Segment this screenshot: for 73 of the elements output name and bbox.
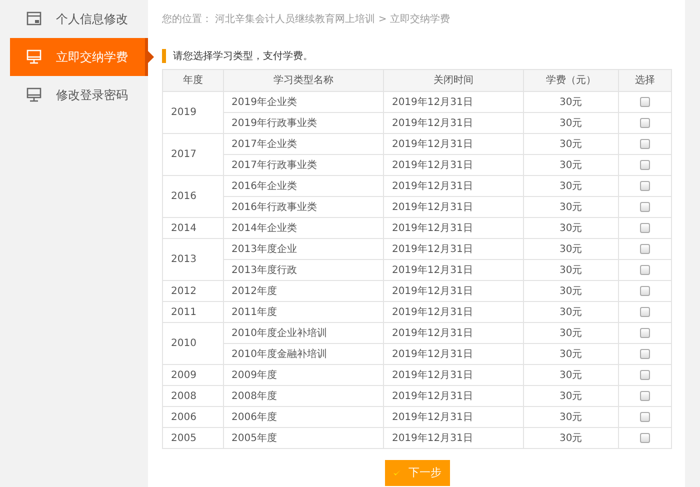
table-cell: 2011年度 [223, 302, 384, 322]
table-cell: 2010年度企业补培训 [223, 322, 384, 344]
table-cell: 30元 [523, 364, 619, 386]
table-cell: 2013 [162, 238, 224, 280]
sidebar-item[interactable]: 个人信息修改 [0, 0, 148, 38]
column-header: 选择 [618, 70, 672, 92]
table-cell: 30元 [523, 406, 619, 428]
table-cell: 2019年行政事业类 [223, 112, 384, 134]
table-cell: 2008年度 [223, 386, 384, 406]
table-cell: 2019年12月31日 [383, 322, 524, 344]
table-cell: 2017年行政事业类 [223, 154, 384, 176]
table-cell: 2014 [162, 218, 224, 238]
section-heading: 请您选择学习类型，支付学费。 [173, 50, 313, 64]
column-header: 关闭时间 [383, 70, 524, 92]
table-cell: 30元 [523, 302, 619, 322]
table-cell: 30元 [523, 176, 619, 196]
table-cell: 2019年12月31日 [383, 260, 524, 280]
table-cell: 2019年12月31日 [383, 196, 524, 218]
table-cell: 2013年度企业 [223, 238, 384, 260]
table-cell: 30元 [523, 386, 619, 406]
table-cell: 2019年12月31日 [383, 134, 524, 154]
column-header: 年度 [162, 70, 224, 92]
table-cell: 30元 [523, 112, 619, 134]
table-cell: 30元 [523, 428, 619, 448]
table-cell: 2019年12月31日 [383, 154, 524, 176]
table-cell: 2019 [162, 92, 224, 134]
table-cell: 2010 [162, 322, 224, 364]
table-cell: 2019年12月31日 [383, 176, 524, 196]
table-cell: 2019年12月31日 [383, 302, 524, 322]
table-cell: 2019年12月31日 [383, 92, 524, 112]
table-cell: 30元 [523, 322, 619, 344]
table-cell: 2011 [162, 302, 224, 322]
table-cell: 2005 [162, 428, 224, 448]
table-cell: 2019年12月31日 [383, 386, 524, 406]
table-cell: 30元 [523, 344, 619, 364]
table-cell: 2016年企业类 [223, 176, 384, 196]
table-cell: 2019年12月31日 [383, 406, 524, 428]
column-header: 学习类型名称 [223, 70, 384, 92]
table-cell: 30元 [523, 154, 619, 176]
table-cell: 2017 [162, 134, 224, 176]
table-cell: 2012 [162, 280, 224, 302]
table-cell: 2019年12月31日 [383, 364, 524, 386]
table-cell: 2005年度 [223, 428, 384, 448]
table-cell: 30元 [523, 280, 619, 302]
table-cell: 30元 [523, 92, 619, 112]
table-cell: 2019年12月31日 [383, 218, 524, 238]
table-cell: 2008 [162, 386, 224, 406]
table-cell: 2019年企业类 [223, 92, 384, 112]
table-cell: 2019年12月31日 [383, 280, 524, 302]
table-cell: 2012年度 [223, 280, 384, 302]
column-header: 学费（元） [523, 70, 619, 92]
table-cell: 2019年12月31日 [383, 238, 524, 260]
table-cell: 2019年12月31日 [383, 428, 524, 448]
sidebar-item[interactable]: 修改登录密码 [0, 76, 148, 114]
table-cell: 2006 [162, 406, 224, 428]
table-cell: 2016 [162, 176, 224, 218]
breadcrumb-path: 河北辛集会计人员继续教育网上培训 > 立即交纳学费 [214, 14, 450, 25]
table-cell: 30元 [523, 238, 619, 260]
table-cell: 2010年度金融补培训 [223, 344, 384, 364]
table-cell: 2019年12月31日 [383, 112, 524, 134]
table-cell: 30元 [523, 134, 619, 154]
table-cell: 30元 [523, 196, 619, 218]
table-cell: 30元 [523, 218, 619, 238]
table-cell: 2006年度 [223, 406, 384, 428]
table-cell: 2016年行政事业类 [223, 196, 384, 218]
breadcrumb-label: 您的位置： [162, 14, 212, 25]
table-cell: 2013年度行政 [223, 260, 384, 280]
table-cell: 2014年企业类 [223, 218, 384, 238]
table-cell: 2009 [162, 364, 224, 386]
table-cell: 2009年度 [223, 364, 384, 386]
table-cell: 2017年企业类 [223, 134, 384, 154]
table-cell: 2019年12月31日 [383, 344, 524, 364]
table-cell: 30元 [523, 260, 619, 280]
